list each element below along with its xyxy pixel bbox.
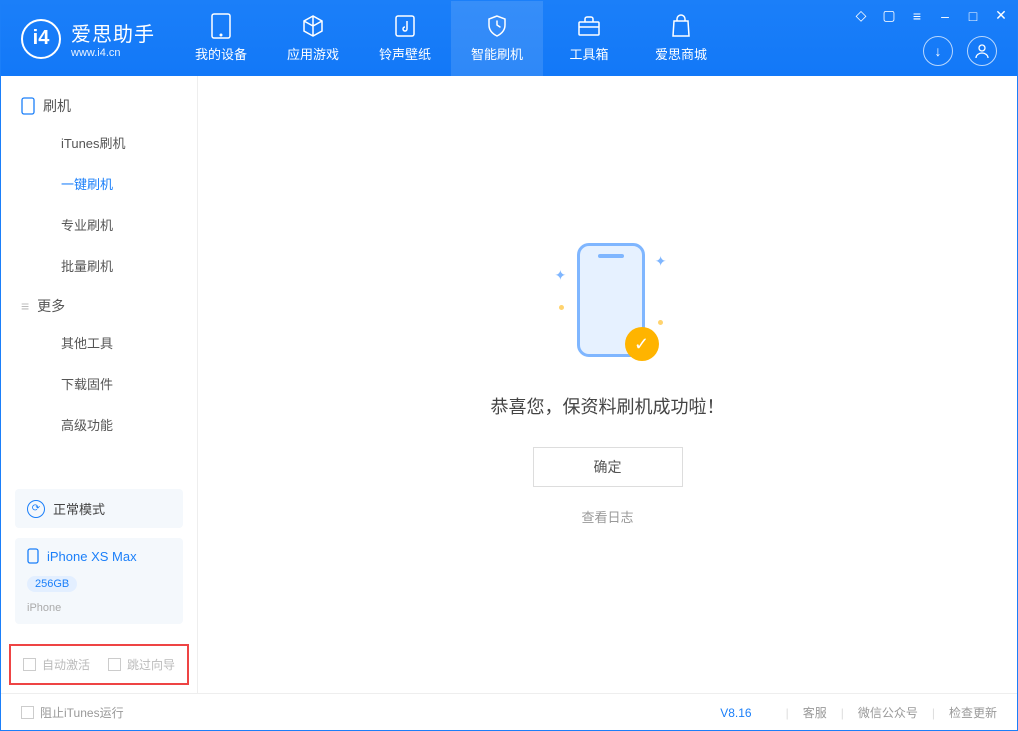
phone-icon	[21, 97, 35, 115]
device-storage: 256GB	[27, 576, 77, 592]
checkbox-icon[interactable]	[23, 658, 36, 671]
device-icon	[209, 14, 233, 38]
sidebar-section-more: ≡ 更多	[21, 296, 177, 316]
sidebar-item-pro[interactable]: 专业刷机	[21, 204, 177, 245]
app-logo-icon: i4	[21, 19, 61, 59]
nav-store[interactable]: 爱思商城	[635, 1, 727, 76]
sidebar-item-firmware[interactable]: 下载固件	[21, 363, 177, 404]
list-icon: ≡	[21, 298, 29, 314]
device-card[interactable]: iPhone XS Max 256GB iPhone	[15, 538, 183, 624]
wechat-link[interactable]: 微信公众号	[858, 704, 918, 721]
checkbox-icon[interactable]	[108, 658, 121, 671]
footer: 阻止iTunes运行 V8.16 | 客服 | 微信公众号 | 检查更新	[1, 693, 1017, 731]
success-message: 恭喜您，保资料刷机成功啦！	[491, 393, 725, 419]
option-skip-guide[interactable]: 跳过向导	[108, 656, 175, 673]
minimize-icon[interactable]: –	[937, 8, 953, 24]
sidebar-item-advanced[interactable]: 高级功能	[21, 404, 177, 445]
nav-apps[interactable]: 应用游戏	[267, 1, 359, 76]
theme-icon[interactable]: ◇	[853, 7, 869, 24]
download-button[interactable]: ↓	[923, 36, 953, 66]
app-title: 爱思助手	[71, 18, 155, 47]
support-link[interactable]: 客服	[803, 704, 827, 721]
options-highlight: 自动激活 跳过向导	[9, 644, 189, 685]
feedback-icon[interactable]: ▢	[881, 7, 897, 24]
bag-icon	[669, 14, 693, 38]
nav-flash[interactable]: 智能刷机	[451, 1, 543, 76]
cube-icon	[301, 14, 325, 38]
check-badge-icon: ✓	[625, 327, 659, 361]
sidebar-item-itunes[interactable]: iTunes刷机	[21, 122, 177, 163]
sidebar-item-oneclick[interactable]: 一键刷机	[21, 163, 177, 204]
view-log-link[interactable]: 查看日志	[581, 507, 633, 526]
close-icon[interactable]: ✕	[993, 7, 1009, 24]
top-nav: 我的设备 应用游戏 铃声壁纸 智能刷机 工具箱 爱思商城	[175, 1, 727, 76]
window-controls: ◇ ▢ ≡ – □ ✕	[853, 7, 1009, 24]
nav-wallpaper[interactable]: 铃声壁纸	[359, 1, 451, 76]
version-label: V8.16	[720, 706, 751, 720]
main-content: ✦✦ ✓ 恭喜您，保资料刷机成功啦！ 确定 查看日志	[198, 76, 1017, 693]
toolbox-icon	[577, 14, 601, 38]
mode-card[interactable]: ⟳ 正常模式	[15, 489, 183, 528]
sidebar-section-flash: 刷机	[21, 96, 177, 116]
shield-icon	[485, 14, 509, 38]
option-auto-activate[interactable]: 自动激活	[23, 656, 90, 673]
header: i4 爱思助手 www.i4.cn 我的设备 应用游戏 铃声壁纸 智能刷机 工具…	[1, 1, 1017, 76]
music-icon	[393, 14, 417, 38]
ok-button[interactable]: 确定	[533, 447, 683, 487]
phone-icon	[27, 548, 39, 564]
nav-toolbox[interactable]: 工具箱	[543, 1, 635, 76]
app-subtitle: www.i4.cn	[71, 47, 155, 59]
mode-icon: ⟳	[27, 500, 45, 518]
menu-icon[interactable]: ≡	[909, 8, 925, 24]
device-type: iPhone	[27, 602, 61, 614]
nav-my-device[interactable]: 我的设备	[175, 1, 267, 76]
sidebar-item-batch[interactable]: 批量刷机	[21, 245, 177, 286]
sidebar: 刷机 iTunes刷机 一键刷机 专业刷机 批量刷机 ≡ 更多 其他工具 下载固…	[1, 76, 198, 693]
sidebar-item-other[interactable]: 其他工具	[21, 322, 177, 363]
maximize-icon[interactable]: □	[965, 8, 981, 24]
update-link[interactable]: 检查更新	[949, 704, 997, 721]
success-illustration: ✦✦ ✓	[563, 243, 653, 363]
checkbox-icon[interactable]	[21, 706, 34, 719]
user-button[interactable]	[967, 36, 997, 66]
logo: i4 爱思助手 www.i4.cn	[1, 18, 175, 59]
option-block-itunes[interactable]: 阻止iTunes运行	[21, 704, 124, 721]
